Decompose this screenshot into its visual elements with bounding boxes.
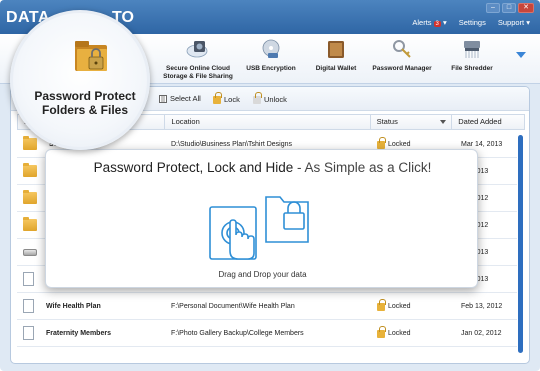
unlock-icon (253, 92, 262, 104)
popup-title-sub: - As Simple as a Click! (293, 160, 432, 175)
document-icon (23, 299, 34, 313)
sort-arrow-icon (440, 120, 447, 124)
magnifier-callout: Password Protect Folders & Files (10, 10, 150, 150)
table-row[interactable]: Fraternity Members F:\Photo Gallery Back… (17, 320, 517, 347)
folder-lock-icon (75, 41, 107, 71)
row-location: F:\Personal Document\Wife Health Plan (171, 302, 295, 310)
row-name: Fraternity Members (46, 329, 111, 337)
popup-title: Password Protect, Lock and Hide - As Sim… (46, 160, 479, 175)
row-name: Wife Health Plan (46, 302, 101, 310)
maximize-button[interactable]: □ (502, 3, 516, 13)
promo-popup: Password Protect, Lock and Hide - As Sim… (45, 149, 478, 288)
magnifier-label: Password Protect Folders & Files (27, 89, 143, 117)
row-status: Locked (388, 329, 411, 337)
column-header-date[interactable]: Dated Added (452, 115, 524, 129)
toolbar-wallet-label: Digital Wallet (315, 65, 357, 72)
toolbar-cloud-storage-button[interactable]: Secure Online Cloud Storage & File Shari… (160, 38, 236, 81)
drag-drop-lock-icon (209, 196, 309, 260)
settings-menu[interactable]: Settings (459, 18, 486, 27)
row-status: Locked (388, 302, 411, 310)
magnifier-label-line2: Folders & Files (41, 103, 129, 117)
toolbar-more-chevron-icon[interactable] (516, 52, 526, 58)
lock-button[interactable]: Lock (213, 92, 240, 104)
row-location: F:\Photo Gallery Backup\College Members (171, 329, 304, 337)
usb-disc-icon (262, 39, 280, 58)
vertical-scrollbar[interactable] (518, 135, 523, 353)
toolbar-cloud-label-2: Storage & File Sharing (163, 73, 233, 80)
shredder-icon (464, 41, 480, 58)
document-icon (23, 272, 34, 286)
wallet-icon (328, 41, 344, 58)
lock-icon (213, 92, 222, 104)
toolbar-usb-encryption-button[interactable]: USB Encryption (244, 38, 298, 73)
popup-title-main: Password Protect, Lock and Hide (93, 160, 294, 175)
toolbar-cloud-label-1: Secure Online Cloud (166, 65, 230, 72)
row-location: D:\Studio\Business Plan\Tshirt Designs (171, 140, 292, 148)
select-all-icon (159, 94, 167, 103)
column-header-status[interactable]: Status (371, 115, 453, 129)
window-controls: – □ ✕ (486, 3, 534, 13)
toolbar-file-shredder-button[interactable]: File Shredder (448, 38, 496, 73)
top-menu: Alerts 3 ▾ Settings Support ▾ (412, 18, 530, 27)
locked-status-icon (377, 137, 386, 149)
unlock-button[interactable]: Unlock (253, 92, 287, 104)
unlock-label: Unlock (264, 94, 287, 104)
popup-caption: Drag and Drop your data (218, 270, 307, 279)
select-all-button[interactable]: Select All (159, 94, 201, 103)
folder-icon (23, 217, 37, 231)
folder-icon (23, 136, 37, 150)
column-header-status-label: Status (376, 117, 398, 126)
lock-label: Lock (224, 94, 240, 104)
alerts-count-badge: 3 (433, 21, 441, 27)
scrollbar-thumb[interactable] (518, 135, 523, 353)
minimize-button[interactable]: – (486, 3, 500, 13)
drive-icon (23, 248, 37, 256)
toolbar-shredder-label: File Shredder (451, 65, 493, 72)
toolbar-digital-wallet-button[interactable]: Digital Wallet (312, 38, 360, 73)
toolbar-password-label: Password Manager (372, 65, 432, 72)
alerts-label: Alerts (412, 18, 432, 27)
locked-status-icon (377, 326, 386, 338)
document-icon (23, 326, 34, 340)
alerts-menu[interactable]: Alerts 3 ▾ (412, 18, 447, 27)
toolbar-usb-label: USB Encryption (246, 65, 296, 72)
table-row[interactable]: Wife Health Plan F:\Personal Document\Wi… (17, 293, 517, 320)
select-all-label: Select All (170, 94, 201, 103)
locked-status-icon (377, 299, 386, 311)
support-menu[interactable]: Support ▾ (498, 18, 530, 27)
column-header-location[interactable]: Location (165, 115, 371, 129)
folder-icon (23, 163, 37, 177)
app-window: DATA TO – □ ✕ Alerts 3 ▾ Settings Support… (0, 0, 540, 371)
close-button[interactable]: ✕ (518, 3, 534, 13)
row-date: Mar 14, 2013 (461, 140, 503, 148)
row-status: Locked (388, 140, 411, 148)
folder-icon (23, 190, 37, 204)
row-date: Feb 13, 2012 (461, 302, 503, 310)
support-label: Support (497, 18, 525, 27)
row-date: Jan 02, 2012 (461, 329, 502, 337)
magnifier-label-line1: Password Protect (34, 89, 136, 103)
cloud-safe-icon (186, 41, 208, 58)
toolbar-password-manager-button[interactable]: Password Manager (372, 38, 432, 73)
key-icon (393, 40, 411, 58)
